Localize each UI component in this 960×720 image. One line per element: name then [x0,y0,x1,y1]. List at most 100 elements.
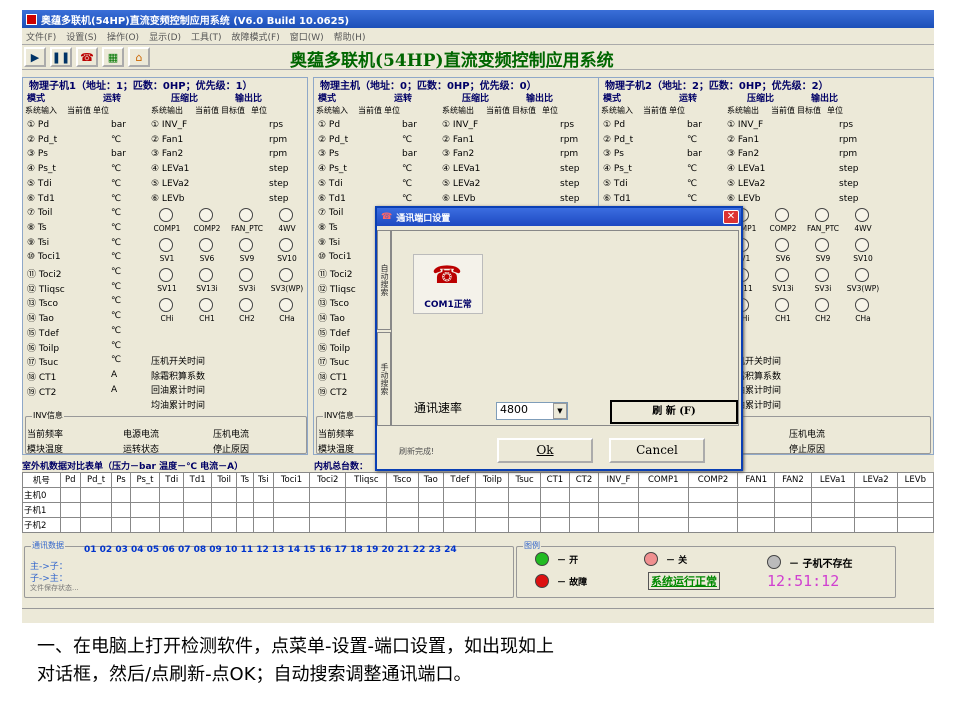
status-light-icon [279,268,293,282]
panel-subheader-sub_tgt: 目标值 [797,106,821,115]
table-header-cell: Tao [417,472,445,488]
menu-item-0[interactable]: 文件(F) [26,30,56,43]
menu-item-7[interactable]: 帮助(H) [334,30,366,43]
input-label: ① Pd [27,120,50,130]
status-light-label: SV3(WP) [270,284,304,293]
menu-item-3[interactable]: 显示(D) [149,30,181,43]
input-label: ⑤ Tdi [318,178,343,189]
output-label: ② Fan1 [151,134,184,145]
panel-0: 物理子机1（地址：1；匹数：0HP；优先级：1） 模式 运转 压缩比 输出比 系统输入 当前… [22,77,308,455]
input-unit: ℃ [111,193,122,204]
panel-header-outr: 输出比 [811,94,839,104]
close-icon[interactable]: ✕ [723,210,739,224]
table-cell [687,502,739,518]
input-unit: ℃ [111,340,122,351]
table-cell [159,502,185,518]
table-cell [568,517,600,533]
table-cell [386,487,419,503]
input-label: ⑧ Ts [318,222,338,233]
panel-header-comp: 压缩比 [747,94,775,104]
ok-button[interactable]: Ok [497,438,593,463]
table-cell [896,517,934,533]
baud-value: 4800 [500,403,528,416]
status-light-icon [279,208,293,222]
table-header-cell: LEVb [896,472,934,488]
file-status-label: 文件保存状态... [30,584,79,592]
panel-subheader-sub_in: 系统输入 [601,106,633,115]
cancel-button[interactable]: Cancel [609,438,705,463]
inv-info-group: INV信息 [25,410,307,454]
table-cell [810,517,855,533]
home-icon[interactable]: ⌂ [128,47,150,67]
status-light-icon [855,268,869,282]
input-unit: ℃ [402,164,413,175]
table-cell [272,502,311,518]
baud-select[interactable]: 4800 ▼ [496,402,568,420]
status-light-icon [239,268,253,282]
table-cell [252,517,274,533]
panel-subheader-sub_cur2: 当前值 [486,106,510,115]
table-header-cell: Ps [111,472,131,488]
input-unit: bar [402,149,417,160]
output-unit: step [839,164,859,175]
status-light-icon [199,298,213,312]
table-cell [211,517,238,533]
status-light-label: 4WV [278,224,296,233]
table-cell [443,502,477,518]
input-unit: ℃ [687,193,698,204]
table-cell [774,517,812,533]
menu-item-2[interactable]: 操作(O) [107,30,139,43]
input-unit: ℃ [111,208,122,219]
menu-item-1[interactable]: 设置(S) [66,30,97,43]
table-cell [59,502,81,518]
chevron-down-icon[interactable]: ▼ [553,403,567,419]
table-header-cell: COMP2 [687,472,739,488]
input-unit: ℃ [111,237,122,248]
refresh-button[interactable]: 刷 新 (F) [610,400,738,424]
panel-header-comp: 压缩比 [462,94,490,104]
status-light-label: FAN_PTC [806,224,840,233]
table-header-cell: CT2 [568,472,600,488]
panel-header-run: 运转 [103,94,122,104]
play-icon[interactable]: ▶ [24,47,46,67]
table-cell [59,487,81,503]
table-cell [183,502,213,518]
tab-auto-search[interactable]: 自动搜索 [377,230,391,330]
menu-item-4[interactable]: 工具(T) [191,30,222,43]
output-unit: rps [839,120,854,130]
menu-item-6[interactable]: 窗口(W) [290,30,324,43]
input-label: ⑯ Toilp [318,343,351,354]
telephone-icon[interactable]: ☎ [76,47,98,67]
output-label: ⑥ LEVb [442,193,476,204]
output-unit: rps [269,120,284,130]
status-light-label: COMP2 [769,224,797,233]
panel-subheader-sub_cur: 当前值 [643,106,667,115]
status-light-icon [855,238,869,252]
status-light-icon [239,208,253,222]
table-cell [598,502,639,518]
input-unit: ℃ [402,134,413,145]
status-light-label: FAN_PTC [230,224,264,233]
indoor-count-label: 内机总台数： [314,462,369,472]
panel-subheader-sub_unit2: 单位 [542,106,558,115]
table-cell [598,487,639,503]
table-cell [774,487,812,503]
chart-icon[interactable]: ▦ [102,47,124,67]
clock: 12:51:12 [767,572,840,590]
comm-numbers: 01 02 03 04 05 06 07 08 09 10 11 12 13 1… [84,545,457,555]
table-cell [111,517,131,533]
pause-icon[interactable]: ❚❚ [50,47,72,67]
status-light-icon [199,208,213,222]
port-status-label: COM1正常 [424,300,472,310]
tab-manual-search[interactable]: 手动搜索 [377,332,391,426]
legend-fault-label: － 故障 [557,578,588,588]
menu-item-5[interactable]: 故障模式(F) [232,30,280,43]
table-cell [272,487,311,503]
dialog-tab-content: ☎ COM1正常 通讯速率 4800 ▼ 刷 新 (F) [391,230,739,426]
legend-title: 图例 [523,540,541,551]
input-label: ⑥ Td1 [318,193,346,204]
panel-subheader-sub_out: 系统输出 [727,106,759,115]
input-label: ⑪ Toci2 [318,270,353,280]
output-unit: step [560,164,580,175]
table-cell [309,487,347,503]
